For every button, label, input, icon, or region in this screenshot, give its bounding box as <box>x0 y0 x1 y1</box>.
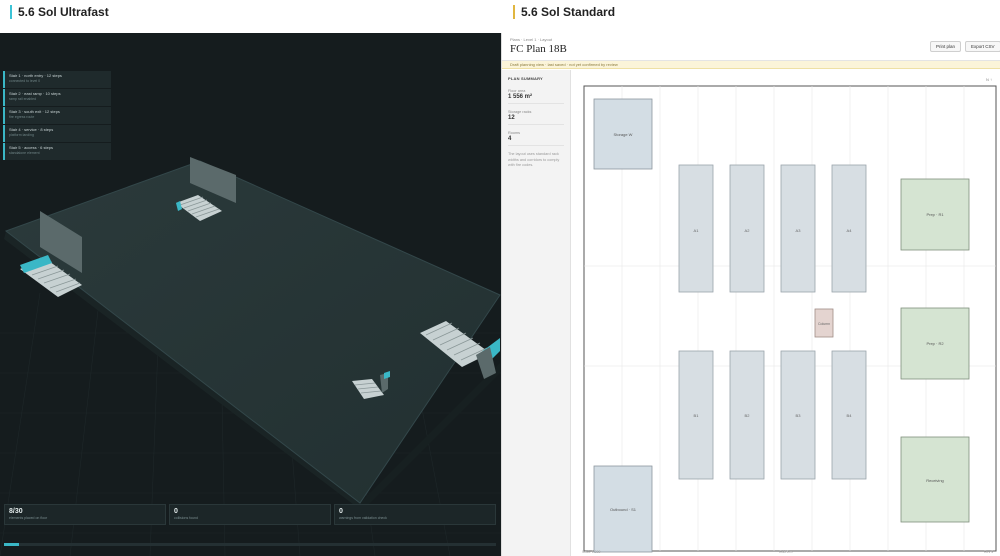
pane-title-text: 5.6 Sol Standard <box>521 5 616 19</box>
rack[interactable]: A4 <box>831 164 867 293</box>
rack-label: A3 <box>796 228 802 233</box>
summary-row: Storage racks 12 <box>508 110 564 125</box>
plan-revision: Rev 3 <box>984 550 994 554</box>
summary-value: 1 556 m² <box>508 94 533 100</box>
summary-label: Floor area <box>508 89 526 93</box>
print-button[interactable]: Print plan <box>930 41 962 52</box>
notice-banner: Draft planning view · last saved · not y… <box>502 61 1000 69</box>
stat-card: 8/30 elements placed on floor <box>4 504 166 525</box>
summary-row: Floor area 1 556 m² <box>508 89 564 104</box>
layer-item-subtitle: fire egress route <box>9 115 35 119</box>
summary-value: 4 <box>508 136 512 142</box>
rack[interactable]: A2 <box>729 164 765 293</box>
stat-caption: elements placed on floor <box>9 516 48 520</box>
pane-title-ultrafast: 5.6 Sol Ultrafast <box>10 2 109 22</box>
summary-row: Rooms 4 <box>508 131 564 146</box>
progress-fill <box>4 543 19 546</box>
room-label: Prep · R2 <box>926 341 944 346</box>
room-label: Storage W <box>614 132 633 137</box>
summary-note: The layout uses standard rack widths and… <box>508 152 560 167</box>
rack[interactable]: A1 <box>678 164 714 293</box>
layer-item[interactable]: Stair 2 · east ramp · 10 steps ramp rail… <box>3 89 111 106</box>
rack-label: A1 <box>694 228 700 233</box>
room-outbound[interactable]: Outbound · S1 <box>593 465 653 553</box>
rack[interactable]: A3 <box>780 164 816 293</box>
pane-title-standard: 5.6 Sol Standard <box>513 2 615 22</box>
page-title: FC Plan 18B <box>510 43 567 55</box>
room-receiving[interactable]: Receiving <box>900 436 970 523</box>
layer-item-subtitle: platform landing <box>9 133 34 137</box>
stats-bar: 8/30 elements placed on floor 0 collisio… <box>4 504 496 525</box>
room-label: Outbound · S1 <box>610 507 637 512</box>
rack-label: B3 <box>796 413 802 418</box>
rack-label: A2 <box>745 228 751 233</box>
progress-bar <box>4 543 496 546</box>
layer-item[interactable]: Stair 5 · access · 6 steps standalone el… <box>3 143 111 160</box>
stat-caption: collisions found <box>174 516 198 520</box>
floor-plan-pane: Plans · Level 1 · Layout FC Plan 18B Pri… <box>501 33 1000 556</box>
north-indicator: N ↑ <box>986 77 992 82</box>
column-marker[interactable]: Column <box>814 308 834 338</box>
pane-title-text: 5.6 Sol Ultrafast <box>18 5 109 19</box>
export-button[interactable]: Export CSV <box>965 41 1000 52</box>
layer-item[interactable]: Stair 3 · south exit · 12 steps fire egr… <box>3 107 111 124</box>
rack-label: B1 <box>694 413 700 418</box>
plan-canvas[interactable]: Storage W Outbound · S1 Prep · R1 Prep ·… <box>572 70 1000 556</box>
stat-value: 8/30 <box>9 508 23 515</box>
room-prep-1[interactable]: Prep · R1 <box>900 178 970 251</box>
rack-label: B2 <box>745 413 751 418</box>
plan-drawing[interactable]: Storage W Outbound · S1 Prep · R1 Prep ·… <box>572 70 1000 556</box>
plan-header: Plans · Level 1 · Layout FC Plan 18B Pri… <box>502 33 1000 61</box>
layer-list: Stair 1 · north entry · 12 steps connect… <box>3 71 111 161</box>
layer-item-subtitle: connected to level 0 <box>9 79 41 83</box>
plan-summary: PLAN SUMMARY Floor area 1 556 m² Storage… <box>502 70 571 556</box>
stat-caption: warnings from validation check <box>339 516 387 520</box>
plan-scale: Scale 1:200 <box>582 550 601 554</box>
rack-label: A4 <box>847 228 853 233</box>
summary-label: Rooms <box>508 131 521 135</box>
room-label: Prep · R1 <box>926 212 944 217</box>
stat-card: 0 warnings from validation check <box>334 504 496 525</box>
breadcrumb[interactable]: Plans · Level 1 · Layout <box>510 37 552 42</box>
layer-item[interactable]: Stair 1 · north entry · 12 steps connect… <box>3 71 111 88</box>
column-label: Column <box>818 322 830 326</box>
layer-item-subtitle: standalone element <box>9 151 40 155</box>
stat-value: 0 <box>339 508 343 515</box>
room-prep-2[interactable]: Prep · R2 <box>900 307 970 380</box>
room-label: Receiving <box>926 478 944 483</box>
rack[interactable]: B4 <box>831 350 867 480</box>
accent-bar <box>10 5 12 19</box>
room-storage[interactable]: Storage W <box>593 98 653 170</box>
rack-label: B4 <box>847 413 853 418</box>
stat-value: 0 <box>174 508 178 515</box>
layer-item-subtitle: ramp rail enabled <box>9 97 37 101</box>
plan-grid-size: Grid 5 m <box>779 550 793 554</box>
rack[interactable]: B2 <box>729 350 765 480</box>
rack[interactable]: B3 <box>780 350 816 480</box>
rack[interactable]: B1 <box>678 350 714 480</box>
stat-card: 0 collisions found <box>169 504 331 525</box>
layer-item[interactable]: Stair 4 · service · 8 steps platform lan… <box>3 125 111 142</box>
summary-value: 12 <box>508 115 515 121</box>
summary-heading: PLAN SUMMARY <box>508 76 543 81</box>
accent-bar <box>513 5 515 19</box>
viewport-3d[interactable]: Stair 1 · north entry · 12 steps connect… <box>0 33 501 556</box>
summary-label: Storage racks <box>508 110 532 114</box>
